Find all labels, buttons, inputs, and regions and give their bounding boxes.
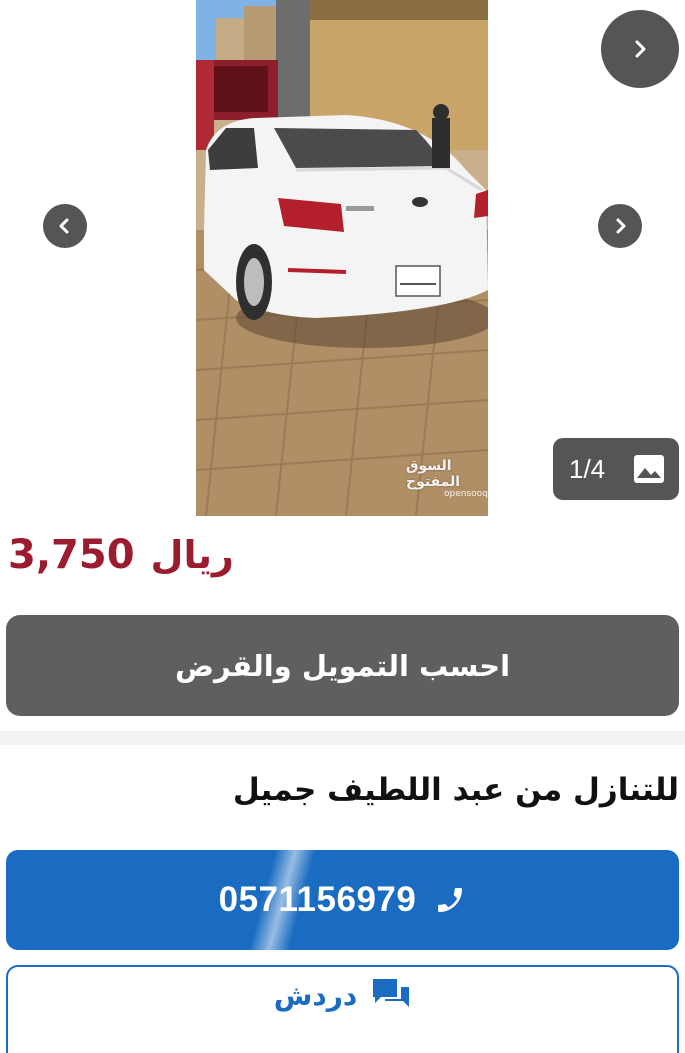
calculate-financing-label: احسب التمويل والقرض — [174, 648, 511, 683]
chat-label: دردش — [273, 978, 358, 1012]
image-gallery[interactable]: السوق المفتوح opensooq 1/4 — [0, 0, 685, 516]
gallery-next-button[interactable] — [598, 204, 642, 248]
opensooq-watermark: السوق المفتوح opensooq — [406, 458, 488, 499]
image-counter-text: 1/4 — [569, 453, 606, 484]
image-icon — [634, 455, 664, 483]
price-currency: ريال — [150, 533, 234, 577]
watermark-english: opensooq — [444, 489, 488, 499]
price-value: 3,750 — [8, 532, 135, 578]
listing-title: للتنازل من عبد اللطيف جميل — [232, 772, 679, 808]
section-divider — [0, 731, 685, 745]
chat-icon — [373, 979, 410, 1007]
phone-number: 0571156979 — [218, 880, 417, 919]
chat-button[interactable]: دردش — [6, 965, 679, 1053]
chevron-right-icon — [616, 218, 626, 234]
image-counter[interactable]: 1/4 — [553, 438, 679, 500]
chevron-left-icon — [59, 218, 69, 234]
watermark-arabic: السوق المفتوح — [406, 458, 461, 490]
phone-icon — [438, 888, 463, 912]
price: 3,750 ريال — [8, 532, 408, 592]
calculate-financing-button[interactable]: احسب التمويل والقرض — [6, 615, 679, 716]
gallery-top-next-button[interactable] — [601, 10, 679, 88]
call-button[interactable]: 0571156979 — [6, 850, 679, 950]
gallery-prev-button[interactable] — [43, 204, 87, 248]
car-photo[interactable]: السوق المفتوح opensooq — [196, 0, 488, 516]
chevron-right-icon — [635, 40, 646, 58]
